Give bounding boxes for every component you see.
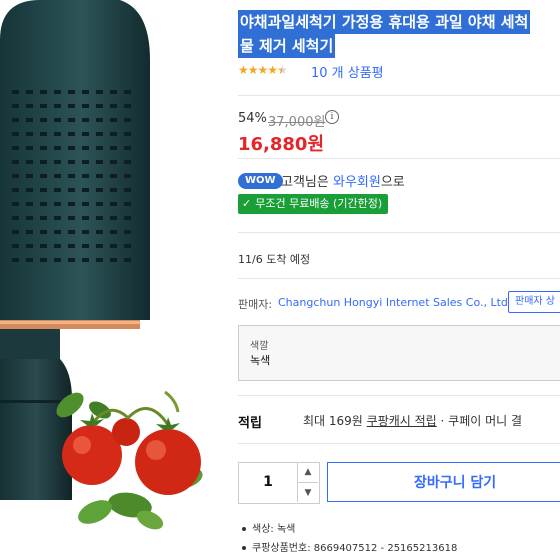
sale-price: 16,880원 bbox=[238, 134, 325, 155]
reward-max: 최대 169원 bbox=[303, 414, 367, 428]
divider bbox=[238, 395, 560, 396]
divider bbox=[238, 443, 560, 444]
discount-rate: 54% bbox=[238, 111, 267, 126]
color-option-select[interactable] bbox=[238, 325, 560, 381]
divider bbox=[238, 278, 560, 279]
free-shipping-badge: ✓ 무조건 무료배송 (기간한정) bbox=[238, 194, 389, 214]
seller-info-button[interactable]: 판매자 상 bbox=[508, 291, 560, 313]
divider bbox=[238, 158, 560, 159]
review-count-link[interactable]: 10 개 상품평 bbox=[311, 62, 384, 81]
star-icon: ★ bbox=[267, 63, 278, 77]
seller-label: 판매자: bbox=[238, 298, 273, 311]
membership-label[interactable]: 와우회원 bbox=[333, 175, 381, 190]
product-title-line1: 야채과일세척기 가정용 휴대용 과일 야채 세척 bbox=[238, 10, 531, 34]
reward-text: 최대 169원 쿠팡캐시 적립 · 쿠페이 머니 결 bbox=[303, 412, 522, 429]
seller-name-link[interactable]: Changchun Hongyi Internet Sales Co., Ltd… bbox=[278, 296, 511, 309]
membership-text: 고객님은 와우회원으로 bbox=[281, 171, 405, 190]
add-to-cart-button[interactable]: 장바구니 담기 bbox=[327, 462, 560, 502]
reward-rest: · 쿠페이 머니 결 bbox=[436, 414, 523, 428]
star-icon: ★ bbox=[247, 63, 259, 77]
membership-suffix: 으로 bbox=[380, 175, 405, 190]
detail-item: 색상: 녹색 bbox=[242, 520, 295, 535]
coupang-cash-link[interactable]: 쿠팡캐시 적립 bbox=[367, 414, 437, 428]
star-half-icon: ★ bbox=[277, 63, 288, 77]
product-illustration bbox=[0, 0, 203, 530]
option-label: 색깔 bbox=[250, 341, 269, 352]
quantity-increase-icon[interactable]: ▲ bbox=[298, 462, 318, 482]
divider bbox=[238, 95, 560, 96]
wow-badge: WOW bbox=[238, 173, 283, 189]
quantity-decrease-icon[interactable]: ▼ bbox=[298, 482, 318, 503]
star-icon: ★ bbox=[257, 63, 269, 77]
reward-title: 적립 bbox=[238, 416, 262, 431]
divider bbox=[238, 232, 560, 233]
product-title-line2: 물 제거 세척기 bbox=[238, 34, 336, 58]
check-icon: ✓ bbox=[242, 197, 252, 210]
info-icon[interactable]: i bbox=[325, 110, 339, 124]
option-value: 녹색 bbox=[250, 354, 271, 367]
detail-item: 쿠팡상품번호: 8669407512 - 25165213618 bbox=[242, 539, 457, 554]
product-image[interactable] bbox=[0, 0, 232, 560]
original-price: 37,000원 bbox=[268, 115, 326, 130]
bullet-icon bbox=[242, 546, 246, 550]
detail-color: 색상: 녹색 bbox=[252, 524, 296, 535]
star-icon: ★ bbox=[238, 63, 249, 77]
quantity-input[interactable]: 1 bbox=[238, 462, 298, 502]
detail-product-number: 쿠팡상품번호: 8669407512 - 25165213618 bbox=[252, 543, 458, 554]
bullet-icon bbox=[242, 527, 246, 531]
free-shipping-label: 무조건 무료배송 (기간한정) bbox=[255, 197, 383, 210]
membership-prefix: 고객님은 bbox=[281, 175, 333, 190]
rating-stars[interactable]: ★★★★★ bbox=[238, 63, 288, 77]
delivery-eta: 11/6 도착 예정 bbox=[238, 253, 311, 266]
